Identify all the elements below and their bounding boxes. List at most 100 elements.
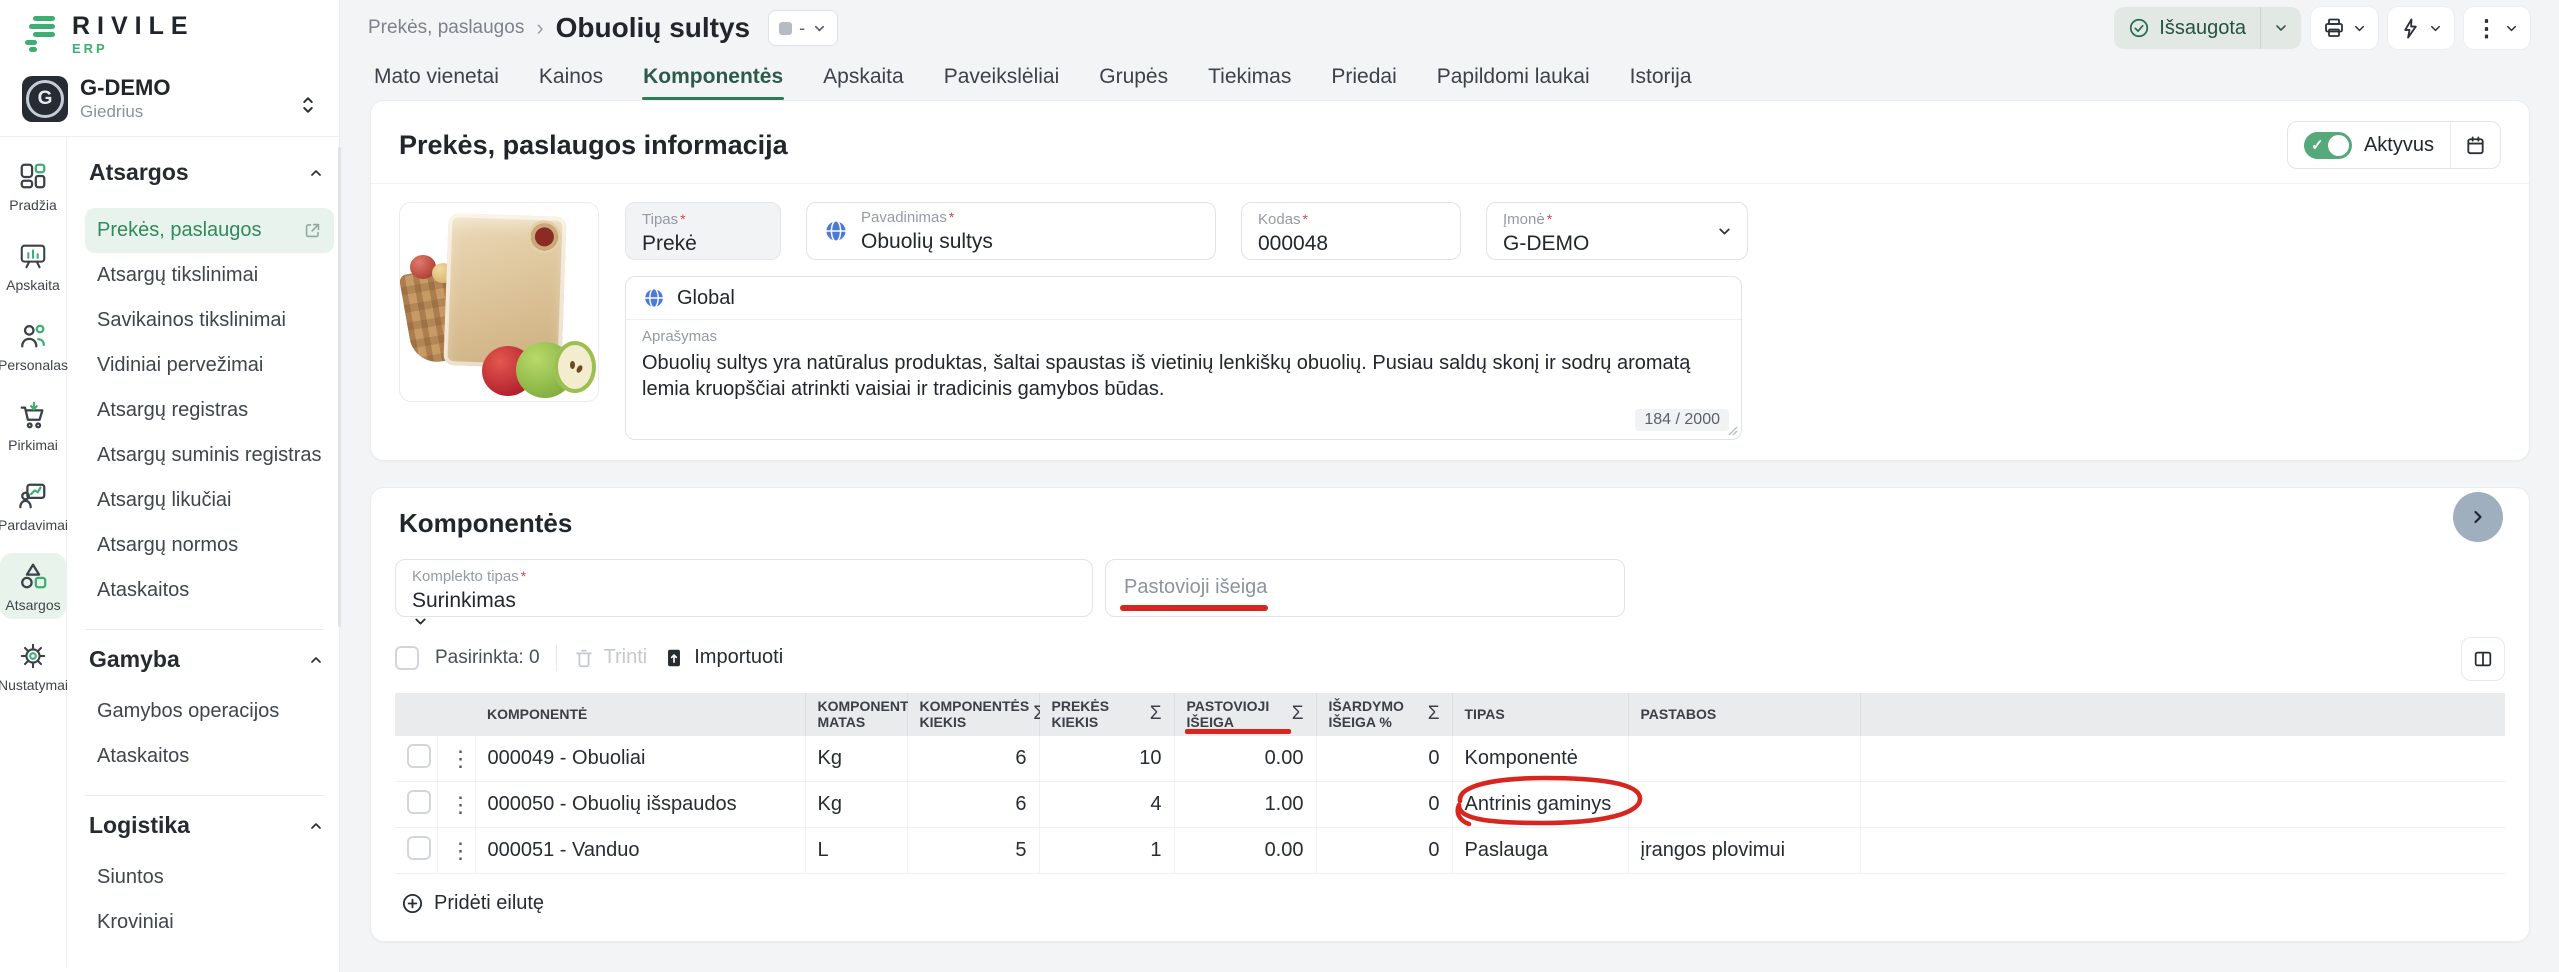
pavadinimas-value[interactable]: Obuolių sultys xyxy=(861,230,993,254)
account-switcher[interactable]: G G-DEMO Giedrius xyxy=(0,68,339,137)
calendar-icon[interactable] xyxy=(2451,134,2500,157)
sidebar-item-atsargu-registras[interactable]: Atsargų registras xyxy=(85,388,334,433)
toggle-on[interactable]: ✓ xyxy=(2304,132,2352,159)
record-status-selector[interactable]: - xyxy=(768,10,838,46)
row-menu-icon[interactable]: ⋮ xyxy=(437,828,475,874)
sidebar-item-prekes-paslaugos[interactable]: Prekės, paslaugos xyxy=(85,208,334,253)
kodas-value[interactable]: 000048 xyxy=(1258,232,1444,256)
rail-item-pirkimai[interactable]: Pirkimai xyxy=(0,393,66,459)
saved-button[interactable]: Išsaugota xyxy=(2114,17,2260,40)
rail-item-pardavimai[interactable]: Pardavimai xyxy=(0,473,66,539)
sidebar-item-siuntos[interactable]: Siuntos xyxy=(85,855,334,900)
external-link-icon[interactable] xyxy=(303,221,322,240)
rail-item-personalas[interactable]: Personalas xyxy=(0,313,66,379)
tab-kainos[interactable]: Kainos xyxy=(538,56,604,98)
col-komponentes-matas[interactable]: KOMPONENTĖS MATAS xyxy=(805,693,907,736)
cell-prekes[interactable]: 10 xyxy=(1039,736,1174,782)
cell-kiekis[interactable]: 6 xyxy=(907,782,1039,828)
print-button[interactable] xyxy=(2311,7,2378,49)
tab-komponentes[interactable]: Komponentės xyxy=(642,56,784,98)
tab-apskaita[interactable]: Apskaita xyxy=(822,56,905,98)
cell-pastovioji[interactable]: 1.00 xyxy=(1174,782,1316,828)
sidebar-item-vidiniai-pervezimai[interactable]: Vidiniai pervežimai xyxy=(85,343,334,388)
cell-isardymo[interactable]: 0 xyxy=(1316,736,1452,782)
cell-isardymo[interactable]: 0 xyxy=(1316,828,1452,874)
sidebar-item-atsargu-normos[interactable]: Atsargų normos xyxy=(85,523,334,568)
cell-prekes[interactable]: 1 xyxy=(1039,828,1174,874)
sum-icon[interactable]: Σ xyxy=(1292,703,1304,725)
cell-matas[interactable]: Kg xyxy=(805,782,907,828)
sidebar-item-ataskaitos[interactable]: Ataskaitos xyxy=(85,568,334,613)
cell-name[interactable]: 000050 - Obuolių išspaudos xyxy=(475,782,805,828)
pavadinimas-field[interactable]: Pavadinimas* Obuolių sultys xyxy=(806,202,1216,260)
col-prekes-kiekis[interactable]: PREKĖS KIEKISΣ xyxy=(1039,693,1174,736)
tab-paveiksleliai[interactable]: Paveikslėliai xyxy=(943,56,1061,98)
sidebar-item-atsargu-likuciai[interactable]: Atsargų likučiai xyxy=(85,478,334,523)
col-pastovioji-iseiga[interactable]: PASTOVIOJI IŠEIGAΣ xyxy=(1174,693,1316,736)
tab-istorija[interactable]: Istorija xyxy=(1629,56,1693,98)
more-button[interactable]: ⋮ xyxy=(2464,7,2530,49)
table-row[interactable]: ⋮ 000050 - Obuolių išspaudos Kg 6 4 1.00… xyxy=(395,782,2505,828)
cell-pastabos[interactable]: įrangos plovimui xyxy=(1628,828,1860,874)
description-field[interactable]: Aprašymas Obuolių sultys yra natūralus p… xyxy=(626,320,1741,405)
cell-name[interactable]: 000051 - Vanduo xyxy=(475,828,805,874)
sidebar-item-kroviniai[interactable]: Kroviniai xyxy=(85,900,334,945)
resize-handle[interactable] xyxy=(1726,424,1738,436)
sidebar-item-gamyba-ataskaitos[interactable]: Ataskaitos xyxy=(85,734,334,779)
sidebar-item-gamybos-operacijos[interactable]: Gamybos operacijos xyxy=(85,689,334,734)
rail-item-nustatymai[interactable]: Nustatymai xyxy=(0,633,66,699)
cell-kiekis[interactable]: 6 xyxy=(907,736,1039,782)
rail-item-pradzia[interactable]: Pradžia xyxy=(0,153,66,219)
row-checkbox[interactable] xyxy=(407,790,431,814)
tab-papildomi-laukai[interactable]: Papildomi laukai xyxy=(1436,56,1591,98)
cell-matas[interactable]: Kg xyxy=(805,736,907,782)
cell-tipas[interactable]: Antrinis gaminys xyxy=(1452,782,1628,828)
actions-button[interactable] xyxy=(2388,7,2454,49)
breadcrumb-parent[interactable]: Prekės, paslaugos xyxy=(368,17,524,39)
add-row-button[interactable]: Pridėti eilutę xyxy=(395,892,544,915)
imone-select[interactable]: Įmonė* G-DEMO xyxy=(1486,202,1748,260)
app-logo[interactable]: RIVILE ERP xyxy=(0,0,339,58)
row-menu-icon[interactable]: ⋮ xyxy=(437,736,475,782)
tab-priedai[interactable]: Priedai xyxy=(1330,56,1397,98)
row-checkbox[interactable] xyxy=(407,744,431,768)
col-tipas[interactable]: TIPAS xyxy=(1452,693,1628,736)
cell-tipas[interactable]: Paslauga xyxy=(1452,828,1628,874)
cell-pastabos[interactable] xyxy=(1628,782,1860,828)
description-text[interactable]: Obuolių sultys yra natūralus produktas, … xyxy=(642,350,1704,403)
tab-tiekimas[interactable]: Tiekimas xyxy=(1207,56,1292,98)
sidebar-item-atsargu-tikslinimai[interactable]: Atsargų tikslinimai xyxy=(85,253,334,298)
import-button[interactable]: Importuoti xyxy=(663,646,783,669)
table-row[interactable]: ⋮ 000051 - Vanduo L 5 1 0.00 0 Paslauga … xyxy=(395,828,2505,874)
table-row[interactable]: ⋮ 000049 - Obuoliai Kg 6 10 0.00 0 Kompo… xyxy=(395,736,2505,782)
select-all-checkbox[interactable] xyxy=(395,646,419,670)
menu-section-atsargos[interactable]: Atsargos xyxy=(85,153,334,192)
rail-item-apskaita[interactable]: Apskaita xyxy=(0,233,66,299)
cell-isardymo[interactable]: 0 xyxy=(1316,782,1452,828)
sum-icon[interactable]: Σ xyxy=(1428,703,1440,725)
row-menu-icon[interactable]: ⋮ xyxy=(437,782,475,828)
sidebar-item-savikainos-tikslinimai[interactable]: Savikainos tikslinimai xyxy=(85,298,334,343)
tab-mato-vienetai[interactable]: Mato vienetai xyxy=(373,56,500,98)
komplekto-tipas-select[interactable]: Komplekto tipas* Surinkimas xyxy=(395,559,1093,617)
row-checkbox[interactable] xyxy=(407,836,431,860)
lang-tab-global[interactable]: Global xyxy=(626,277,1741,320)
cell-pastabos[interactable] xyxy=(1628,736,1860,782)
col-komponentes-kiekis[interactable]: KOMPONENTĖS KIEKISΣ xyxy=(907,693,1039,736)
column-settings-button[interactable] xyxy=(2461,637,2505,681)
sidebar-item-atsargu-suminis-registras[interactable]: Atsargų suminis registras xyxy=(85,433,334,478)
cell-kiekis[interactable]: 5 xyxy=(907,828,1039,874)
pastovioji-iseiga-input[interactable] xyxy=(1122,575,1608,600)
cell-tipas[interactable]: Komponentė xyxy=(1452,736,1628,782)
cell-pastovioji[interactable]: 0.00 xyxy=(1174,828,1316,874)
menu-section-gamyba[interactable]: Gamyba xyxy=(85,640,334,679)
cell-prekes[interactable]: 4 xyxy=(1039,782,1174,828)
rail-item-atsargos[interactable]: Atsargos xyxy=(0,553,66,619)
col-pastabos[interactable]: PASTABOS xyxy=(1628,693,1860,736)
kodas-field[interactable]: Kodas* 000048 xyxy=(1241,202,1461,260)
cell-pastovioji[interactable]: 0.00 xyxy=(1174,736,1316,782)
product-image[interactable] xyxy=(399,202,599,402)
active-toggle[interactable]: ✓ Aktyvus xyxy=(2288,132,2450,159)
cell-matas[interactable]: L xyxy=(805,828,907,874)
col-isardymo-iseiga[interactable]: IŠARDYMO IŠEIGA %Σ xyxy=(1316,693,1452,736)
